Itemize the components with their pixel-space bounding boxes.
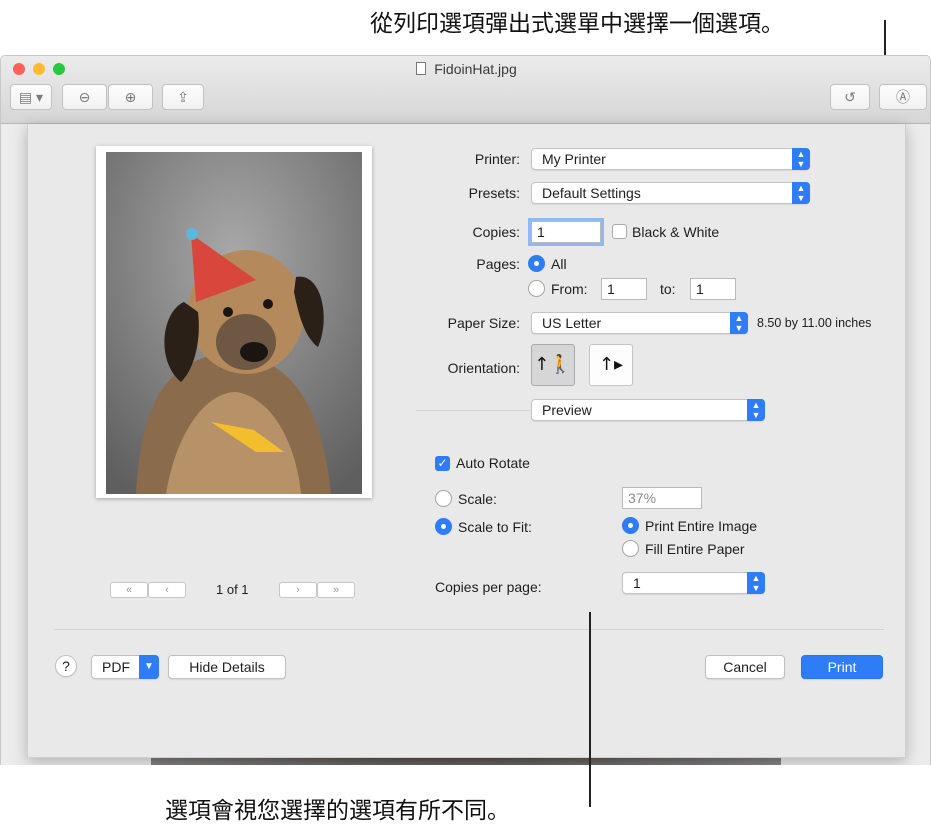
pdf-menu-button[interactable]: PDF ▼	[91, 655, 159, 679]
fill-entire-paper-radio[interactable]	[622, 540, 639, 557]
page-preview	[96, 146, 372, 498]
pages-from-field[interactable]: 1	[601, 278, 647, 300]
dog-photo	[106, 152, 362, 494]
markup-icon: Ⓐ	[896, 89, 910, 105]
callout-bottom-line	[589, 612, 591, 807]
title-bar: FidoinHat.jpg ▤ ▾ ⊖ ⊕ ⇪ ↺ Ⓐ	[1, 56, 930, 124]
zoom-in-icon: ⊕	[124, 89, 137, 105]
copies-field[interactable]: 1	[531, 221, 601, 243]
portrait-orientation-button[interactable]: ↑🚶	[531, 344, 575, 386]
print-sheet: « ‹ 1 of 1 › » Printer: My Printer ▲ ▼ Pre…	[27, 124, 906, 758]
chevron-down-icon: ▼	[139, 655, 159, 679]
scale-to-fit-label: Scale to Fit:	[458, 519, 532, 535]
last-page-button[interactable]: »	[317, 582, 355, 598]
pages-from-radio[interactable]	[528, 280, 545, 297]
auto-rotate-label: Auto Rotate	[456, 455, 530, 471]
first-page-button[interactable]: «	[110, 582, 148, 598]
zoom-out-button[interactable]: ⊖	[62, 84, 107, 110]
scale-field[interactable]: 37%	[622, 487, 702, 509]
orientation-label: Orientation:	[447, 360, 520, 376]
printer-value: My Printer	[542, 151, 606, 167]
black-white-checkbox[interactable]	[612, 224, 627, 239]
landscape-orientation-button[interactable]: ↑▸	[589, 344, 633, 386]
portrait-icon: ↑🚶	[534, 354, 572, 375]
sidebar-icon: ▤ ▾	[18, 89, 44, 105]
print-button[interactable]: Print	[801, 655, 883, 679]
pages-all-label: All	[551, 256, 567, 272]
presets-label: Presets:	[468, 185, 520, 201]
previous-page-button[interactable]: ‹	[148, 582, 186, 598]
scale-to-fit-radio[interactable]	[435, 518, 452, 535]
cancel-button[interactable]: Cancel	[705, 655, 785, 679]
chevron-updown-icon: ▲ ▼	[730, 312, 748, 334]
copies-per-page-label: Copies per page:	[435, 579, 542, 595]
sidebar-button[interactable]: ▤ ▾	[10, 84, 52, 110]
preview-window: FidoinHat.jpg ▤ ▾ ⊖ ⊕ ⇪ ↺ Ⓐ « ‹ 1 of 1 ›…	[0, 55, 931, 765]
document-icon	[416, 62, 427, 75]
rotate-button[interactable]: ↺	[830, 84, 870, 110]
printer-label: Printer:	[474, 151, 520, 167]
fill-entire-paper-label: Fill Entire Paper	[645, 541, 745, 557]
pages-from-label: From:	[551, 281, 588, 297]
share-icon: ⇪	[177, 89, 189, 105]
footer-divider	[54, 629, 884, 630]
presets-value: Default Settings	[542, 185, 641, 201]
chevron-updown-icon: ▲ ▼	[747, 399, 765, 421]
options-divider-left	[416, 410, 530, 411]
zoom-out-icon: ⊖	[78, 89, 91, 105]
chevron-updown-icon: ▲ ▼	[792, 182, 810, 204]
markup-button[interactable]: Ⓐ	[879, 84, 927, 110]
paper-size-popup[interactable]: US Letter ▲ ▼	[531, 312, 748, 334]
print-entire-image-label: Print Entire Image	[645, 518, 758, 534]
print-options-popup[interactable]: Preview ▲ ▼	[531, 399, 765, 421]
presets-popup[interactable]: Default Settings ▲ ▼	[531, 182, 810, 204]
black-white-label: Black & White	[632, 224, 720, 240]
copies-per-page-popup[interactable]: 1 ▲ ▼	[622, 572, 765, 594]
window-title-text: FidoinHat.jpg	[434, 61, 517, 77]
paper-size-label: Paper Size:	[447, 315, 520, 331]
share-button[interactable]: ⇪	[162, 84, 204, 110]
pages-to-field[interactable]: 1	[690, 278, 736, 300]
pages-label: Pages:	[476, 256, 520, 272]
paper-size-dimensions: 8.50 by 11.00 inches	[757, 316, 872, 330]
window-title: FidoinHat.jpg	[1, 61, 930, 77]
chevron-updown-icon: ▲ ▼	[792, 148, 810, 170]
zoom-in-button[interactable]: ⊕	[108, 84, 153, 110]
print-options-value: Preview	[542, 402, 592, 418]
pages-to-label: to:	[660, 281, 676, 297]
print-entire-image-radio[interactable]	[622, 517, 639, 534]
paper-size-value: US Letter	[542, 315, 602, 331]
help-button[interactable]: ?	[55, 655, 77, 677]
copies-label: Copies:	[472, 224, 520, 240]
rotate-icon: ↺	[844, 89, 856, 105]
chevron-updown-icon: ▲ ▼	[747, 572, 765, 594]
pages-all-radio[interactable]	[528, 255, 545, 272]
pdf-label: PDF	[102, 659, 130, 675]
scale-radio[interactable]	[435, 490, 452, 507]
page-indicator: 1 of 1	[216, 582, 249, 597]
hide-details-button[interactable]: Hide Details	[168, 655, 286, 679]
landscape-icon: ↑▸	[598, 354, 624, 375]
callout-top: 從列印選項彈出式選單中選擇一個選項。	[370, 11, 784, 37]
scale-label: Scale:	[458, 491, 497, 507]
printer-popup[interactable]: My Printer ▲ ▼	[531, 148, 810, 170]
callout-bottom: 選項會視您選擇的選項有所不同。	[165, 798, 510, 824]
next-page-button[interactable]: ›	[279, 582, 317, 598]
copies-per-page-value: 1	[633, 575, 641, 591]
auto-rotate-checkbox[interactable]: ✓	[435, 456, 450, 471]
